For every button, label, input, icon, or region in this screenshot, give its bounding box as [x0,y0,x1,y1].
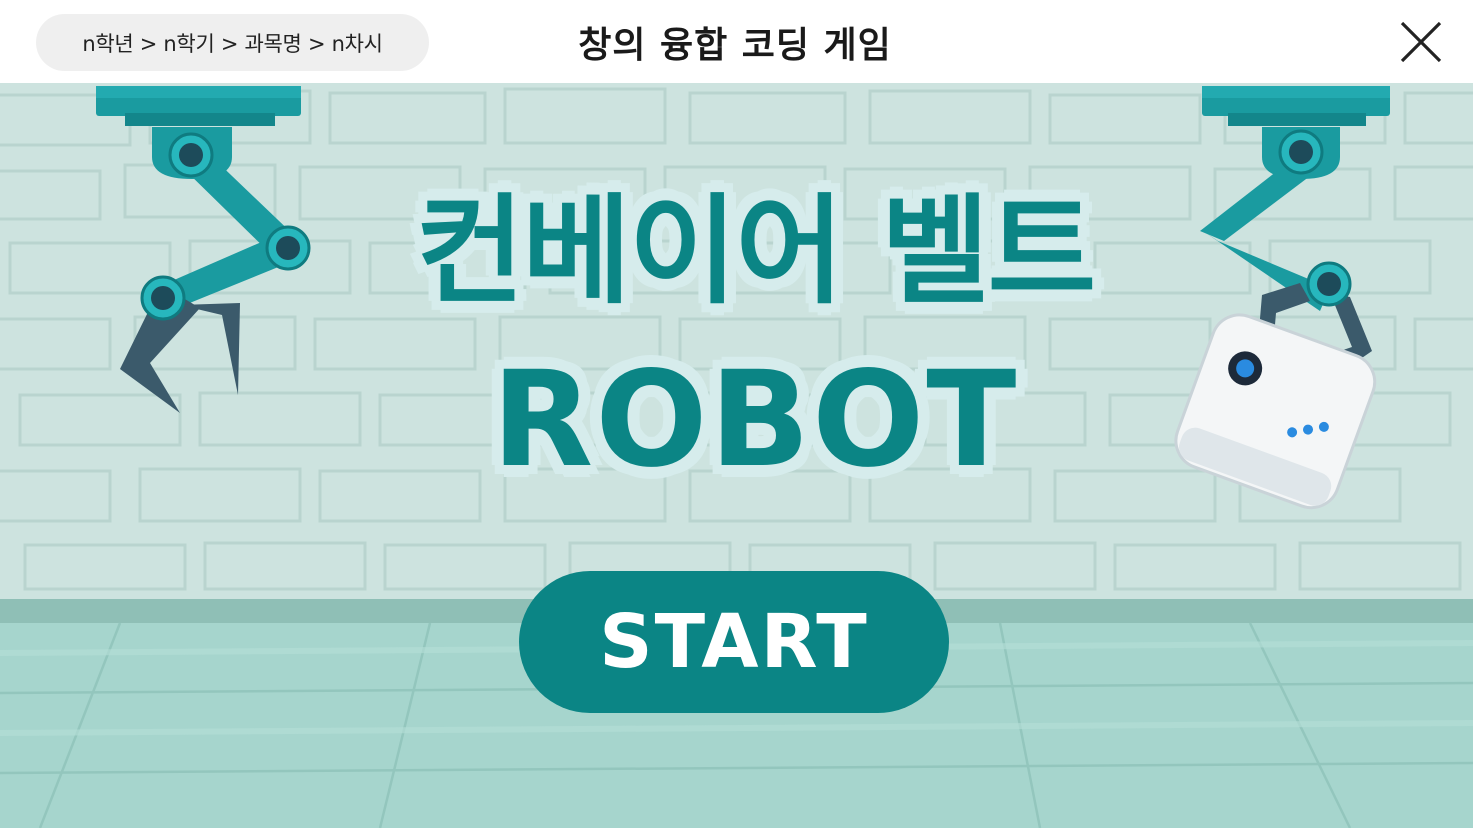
game-subtitle: ROBOT [491,343,1019,497]
top-bar: n학년 > n학기 > 과목명 > n차시 창의 융합 코딩 게임 [0,0,1473,83]
breadcrumb: n학년 > n학기 > 과목명 > n차시 [36,14,429,71]
close-button[interactable] [1393,14,1449,70]
page-title: 창의 융합 코딩 게임 [578,25,892,66]
game-screen: n학년 > n학기 > 과목명 > n차시 창의 융합 코딩 게임 컨베이어 벨… [0,0,1473,828]
game-scene: 컨베이어 벨트 ROBOT START [0,83,1473,828]
start-button[interactable]: START [519,571,949,713]
game-title: 컨베이어 벨트 [415,182,1096,320]
close-icon [1400,21,1442,63]
